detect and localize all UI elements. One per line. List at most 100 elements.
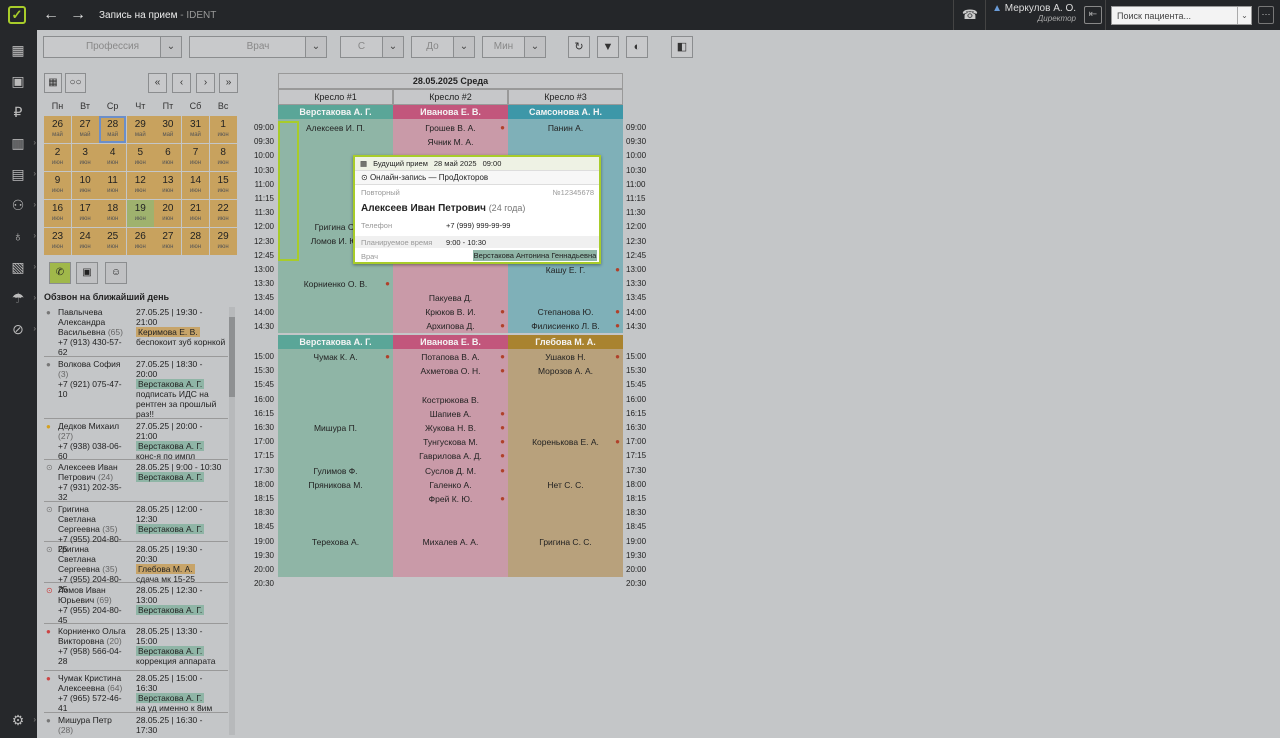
current-user[interactable]: ▲ Меркулов А. О. Директор bbox=[992, 3, 1076, 23]
prev-week-icon[interactable]: ‹ bbox=[172, 73, 191, 93]
calendar-day[interactable]: 26 июн bbox=[126, 228, 154, 255]
calendar-day[interactable]: 20 июн bbox=[154, 200, 182, 227]
doctor-select[interactable]: Врач ⌄ bbox=[189, 36, 327, 58]
calendar-day[interactable]: 8 июн bbox=[209, 144, 237, 171]
doctor-header[interactable]: Глебова М. А. bbox=[508, 335, 623, 349]
appointment[interactable]: Панин А. bbox=[508, 121, 623, 135]
call-list-item[interactable]: Корниенко Ольга Викторовна (20) +7 (958) … bbox=[44, 624, 228, 671]
users-icon[interactable]: ⚇ › bbox=[8, 195, 36, 215]
calendar-day[interactable]: 15 июн bbox=[209, 172, 237, 199]
call-list-item[interactable]: Мишура Петр (28)+7 (940) 441-54-54● 28.05… bbox=[44, 713, 228, 735]
call-list-tab-icon[interactable]: ✆ bbox=[49, 262, 71, 284]
calendar-check-icon[interactable]: ▣ bbox=[8, 71, 28, 91]
forward-arrow-icon[interactable]: → bbox=[68, 5, 88, 25]
appointment[interactable]: Кострюкова В. bbox=[393, 393, 508, 407]
appointment[interactable]: Терехова А. bbox=[278, 535, 393, 549]
appointment[interactable]: Корниенко О. В. ● bbox=[278, 277, 393, 291]
calendar-day[interactable]: 31 май bbox=[182, 116, 209, 143]
calendar-day[interactable]: 28 июн bbox=[182, 228, 209, 255]
appointment[interactable]: Пряникова М. bbox=[278, 478, 393, 492]
appointment[interactable]: Потапова В. А. ● bbox=[393, 350, 508, 364]
calendar-day[interactable]: 19 июн bbox=[126, 200, 154, 227]
appointment[interactable]: Ушаков Н. ● bbox=[508, 350, 623, 364]
appointment[interactable]: Тунгускова М. ● bbox=[393, 435, 508, 449]
calendar-day[interactable]: 29 июн bbox=[209, 228, 237, 255]
doctor-header[interactable]: Самсонова А. Н. bbox=[508, 105, 623, 119]
call-list-item[interactable]: Григина Светлана Сергеевна (35) +7 (955) … bbox=[44, 542, 228, 594]
chevron-down-icon[interactable]: ⌄ bbox=[524, 37, 545, 57]
appointment[interactable]: Гаврилова А. Д. ● bbox=[393, 449, 508, 463]
call-list-item[interactable]: Чумак Кристина Алексеевна (64) +7 (965) 5… bbox=[44, 671, 228, 713]
panel-toggle-icon[interactable]: ◧ bbox=[671, 36, 693, 58]
calendar-day[interactable]: 12 июн bbox=[126, 172, 154, 199]
appointment[interactable]: Гулимов Ф. bbox=[278, 464, 393, 478]
appointment[interactable]: Кашу Е. Г. ● bbox=[508, 263, 623, 277]
patient-search-input[interactable]: Поиск пациента... ⌄ bbox=[1111, 6, 1252, 25]
call-list-item[interactable]: Алексеев Иван Петрович (24) +7 (931) 202-… bbox=[44, 460, 228, 502]
calendar-day[interactable]: 27 май bbox=[71, 116, 99, 143]
appointment[interactable]: Морозов А. А. bbox=[508, 364, 623, 378]
appointment[interactable]: Степанова Ю. ● bbox=[508, 305, 623, 319]
chevron-down-icon[interactable]: ⌄ bbox=[382, 37, 403, 57]
appointment[interactable]: Филисиенко Л. В. ● bbox=[508, 319, 623, 333]
appointment[interactable]: Нет С. С. bbox=[508, 478, 623, 492]
calendar-day[interactable]: 28 май bbox=[99, 116, 127, 143]
chevron-down-icon[interactable]: ⌄ bbox=[305, 37, 326, 57]
appointment[interactable]: Грошев В. А. ● bbox=[393, 121, 508, 135]
doctor-header[interactable]: Верстакова А. Г. bbox=[278, 105, 393, 119]
more-menu-icon[interactable]: ··· bbox=[1258, 6, 1274, 24]
reports-icon[interactable]: ▤ › bbox=[8, 164, 36, 184]
calendar-day[interactable]: 2 июн bbox=[44, 144, 71, 171]
appointment[interactable]: Чумак К. А. ● bbox=[278, 350, 393, 364]
appointment[interactable]: Архипова Д. ● bbox=[393, 319, 508, 333]
color-mode-icon[interactable]: ◐ bbox=[626, 36, 648, 58]
clinic-icon[interactable]: ▥ › bbox=[8, 133, 36, 153]
settings-icon[interactable]: ⚙ › bbox=[8, 710, 36, 730]
calendar-day[interactable]: 10 июн bbox=[71, 172, 99, 199]
calendar-day[interactable]: 6 июн bbox=[154, 144, 182, 171]
next-month-icon[interactable]: » bbox=[219, 73, 238, 93]
appointment[interactable]: Суслов Д. М. ● bbox=[393, 464, 508, 478]
calendar-day[interactable]: 16 июн bbox=[44, 200, 71, 227]
app-logo-icon[interactable]: ✓ bbox=[8, 6, 26, 24]
appointment[interactable]: Ахметова О. Н. ● bbox=[393, 364, 508, 378]
calendar-icon[interactable]: ▦ bbox=[44, 73, 62, 93]
next-week-icon[interactable]: › bbox=[196, 73, 215, 93]
marketing-icon[interactable]: ⊘ › bbox=[8, 319, 36, 339]
scrollbar-thumb[interactable] bbox=[229, 317, 235, 397]
calendar-day[interactable]: 23 июн bbox=[44, 228, 71, 255]
appointment[interactable]: Галенко А. bbox=[393, 478, 508, 492]
calendar-day[interactable]: 1 июн bbox=[209, 116, 237, 143]
doctor-header[interactable]: Иванова Е. В. bbox=[393, 335, 508, 349]
calendar-day[interactable]: 30 май bbox=[154, 116, 182, 143]
finance-icon[interactable]: ₽ bbox=[8, 102, 28, 122]
waiting-list-tab-icon[interactable]: ▣ bbox=[76, 262, 98, 284]
appointment[interactable]: Шапиев А. ● bbox=[393, 407, 508, 421]
call-list-item[interactable]: Дедков Михаил (27) +7 (938) 038-06-60 ● 27.… bbox=[44, 419, 228, 461]
calendar-day[interactable]: 7 июн bbox=[182, 144, 209, 171]
chevron-down-icon[interactable]: ⌄ bbox=[453, 37, 474, 57]
appointment[interactable]: Жукова Н. В. ● bbox=[393, 421, 508, 435]
filter-icon[interactable]: ▼ bbox=[597, 36, 619, 58]
time-to-select[interactable]: До ⌄ bbox=[411, 36, 475, 58]
calendar-day[interactable]: 25 июн bbox=[99, 228, 127, 255]
calendar-day[interactable]: 4 июн bbox=[99, 144, 127, 171]
appointment[interactable]: Мишура П. bbox=[278, 421, 393, 435]
calendar-day[interactable]: 13 июн bbox=[154, 172, 182, 199]
call-list-item[interactable]: Волкова София (3) +7 (921) 075-47-10 ● 27.0… bbox=[44, 357, 228, 419]
appointment[interactable]: Ячник М. А. bbox=[393, 135, 508, 149]
week-view-icon[interactable]: ○○ bbox=[65, 73, 86, 93]
calendar-day[interactable]: 18 июн bbox=[99, 200, 127, 227]
time-from-select[interactable]: С ⌄ bbox=[340, 36, 404, 58]
appointment[interactable]: Григина С. С. bbox=[508, 535, 623, 549]
doctor-header[interactable]: Верстакова А. Г. bbox=[278, 335, 393, 349]
doctor-header[interactable]: Иванова Е. В. bbox=[393, 105, 508, 119]
insurance-icon[interactable]: ☂ › bbox=[8, 288, 36, 308]
call-list-scrollbar[interactable] bbox=[229, 307, 235, 735]
calendar-day[interactable]: 29 май bbox=[126, 116, 154, 143]
patient-tab-icon[interactable]: ☺ bbox=[105, 262, 127, 284]
tooth-icon[interactable]: ♁ › bbox=[8, 226, 36, 246]
calendar-day[interactable]: 17 июн bbox=[71, 200, 99, 227]
chevron-down-icon[interactable]: ⌄ bbox=[160, 37, 181, 57]
chevron-down-icon[interactable]: ⌄ bbox=[1237, 7, 1251, 24]
